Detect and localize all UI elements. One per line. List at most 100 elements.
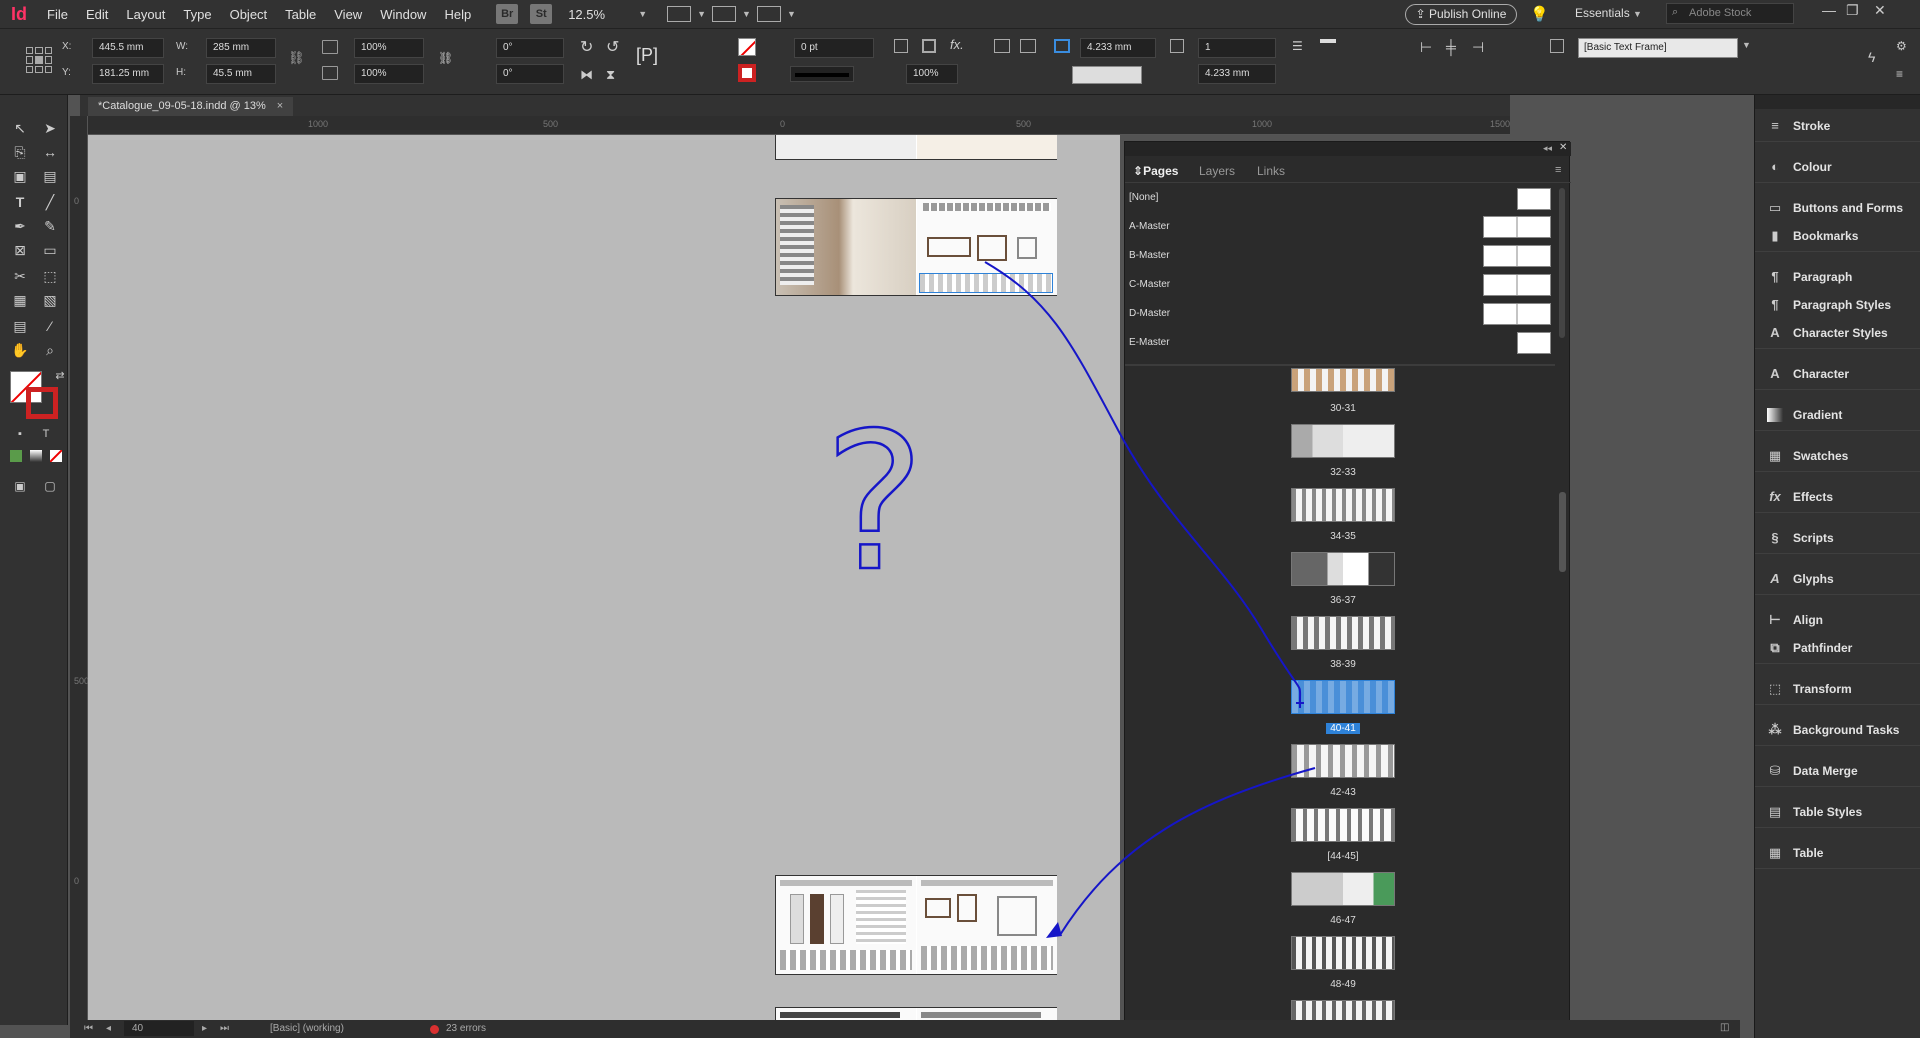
panel-effects[interactable]: fx Effects bbox=[1767, 490, 1833, 505]
menu-type[interactable]: Type bbox=[174, 0, 220, 29]
panel-character[interactable]: A Character bbox=[1767, 367, 1849, 382]
page-left[interactable] bbox=[776, 135, 916, 159]
spread-label-40-41[interactable]: 40-41 bbox=[1326, 723, 1360, 734]
close-window-icon[interactable]: ✕ bbox=[1874, 2, 1886, 19]
swap-colors-icon[interactable]: ⇄ bbox=[50, 367, 70, 385]
reference-point-icon[interactable] bbox=[26, 47, 52, 73]
spread-thumb-48-49[interactable] bbox=[1291, 936, 1395, 970]
offset-top-field[interactable]: 4.233 mm bbox=[1080, 38, 1156, 58]
rectangle-tool-icon[interactable]: ▭ bbox=[40, 241, 60, 259]
panel-menu-icon[interactable]: ≡ bbox=[1896, 67, 1903, 81]
rectangle-frame-tool-icon[interactable]: ⊠ bbox=[10, 241, 30, 259]
panel-table-styles[interactable]: ▤ Table Styles bbox=[1767, 805, 1862, 820]
align-left-edges-icon[interactable]: ⊢ bbox=[1420, 39, 1432, 56]
height-field[interactable]: 45.5 mm bbox=[206, 64, 276, 84]
masters-divider[interactable] bbox=[1125, 364, 1555, 366]
panel-colour[interactable]: ◐ Colour bbox=[1767, 160, 1832, 175]
restore-icon[interactable]: ❐ bbox=[1846, 2, 1859, 19]
page-42[interactable] bbox=[776, 876, 916, 974]
spread-thumb-36-37[interactable] bbox=[1291, 552, 1395, 586]
note-tool-icon[interactable]: ▤ bbox=[10, 317, 30, 335]
document-tab[interactable]: *Catalogue_09-05-18.indd @ 13% × bbox=[88, 97, 294, 116]
gradient-feather-tool-icon[interactable]: ▧ bbox=[40, 291, 60, 309]
menu-layout[interactable]: Layout bbox=[117, 0, 174, 29]
spread-label-46-47[interactable]: 46-47 bbox=[1291, 915, 1395, 926]
panel-menu-icon[interactable]: ≡ bbox=[1555, 164, 1561, 176]
panel-glyphs[interactable]: A Glyphs bbox=[1767, 572, 1833, 587]
formatting-text-icon[interactable]: T bbox=[36, 425, 56, 443]
tab-layers[interactable]: Layers bbox=[1199, 164, 1235, 178]
align-h-center-icon[interactable]: ╪ bbox=[1446, 39, 1456, 55]
page-number-field[interactable]: 40 bbox=[124, 1021, 194, 1036]
hand-tool-icon[interactable]: ✋ bbox=[10, 341, 30, 359]
lightbulb-icon[interactable]: 💡 bbox=[1530, 5, 1549, 23]
pages-scrollbar[interactable] bbox=[1559, 492, 1566, 572]
publish-online-button[interactable]: ⇪ Publish Online bbox=[1405, 4, 1517, 25]
chevron-down-icon[interactable]: ▼ bbox=[1742, 40, 1751, 50]
content-placer-icon[interactable]: ▤ bbox=[40, 167, 60, 185]
align-top-icon[interactable]: ☰ bbox=[1292, 39, 1303, 53]
masters-scrollbar[interactable] bbox=[1559, 188, 1565, 338]
opacity-field[interactable]: 100% bbox=[906, 64, 958, 84]
pencil-tool-icon[interactable]: ✎ bbox=[40, 217, 60, 235]
page-41[interactable] bbox=[917, 199, 1057, 295]
spread-label-34-35[interactable]: 34-35 bbox=[1291, 531, 1395, 542]
offset-bottom-field[interactable]: 4.233 mm bbox=[1198, 64, 1276, 84]
type-tool-icon[interactable]: T bbox=[10, 193, 30, 211]
stroke-swatch[interactable] bbox=[738, 64, 756, 82]
panel-transform[interactable]: ⬚ Transform bbox=[1767, 682, 1852, 697]
stroke-type-select[interactable] bbox=[790, 66, 854, 82]
quick-apply-icon[interactable]: ϟ bbox=[1868, 49, 1875, 65]
bridge-button[interactable]: Br bbox=[496, 4, 519, 24]
master-c[interactable]: C-Master bbox=[1129, 279, 1170, 290]
stroke-swatch-tool[interactable] bbox=[26, 387, 58, 419]
menu-edit[interactable]: Edit bbox=[77, 0, 117, 29]
spread-thumb-42-43[interactable] bbox=[1291, 744, 1395, 778]
spread-thumb-32-33[interactable] bbox=[1291, 424, 1395, 458]
line-tool-icon[interactable]: ╱ bbox=[40, 193, 60, 211]
stroke-weight-field[interactable]: 0 pt bbox=[794, 38, 874, 58]
align-right-edges-icon[interactable]: ⊣ bbox=[1472, 39, 1484, 56]
constrain-scale-icon[interactable]: ⛓ bbox=[438, 51, 453, 65]
constrain-proportions-icon[interactable]: ⛓ bbox=[288, 50, 305, 66]
direct-selection-tool-icon[interactable]: ➤ bbox=[40, 119, 60, 137]
gradient-swatch[interactable] bbox=[1072, 66, 1142, 84]
align-center-icon[interactable] bbox=[1320, 39, 1336, 43]
effects-fx-icon[interactable]: fx. bbox=[950, 37, 964, 52]
fit-content-icon[interactable] bbox=[922, 39, 936, 53]
arrange-documents-icon[interactable] bbox=[756, 6, 781, 22]
master-e-thumb[interactable] bbox=[1517, 332, 1551, 354]
object-style-select[interactable]: [Basic Text Frame] bbox=[1578, 38, 1738, 58]
master-b-thumb[interactable] bbox=[1483, 245, 1551, 267]
next-page-icon[interactable]: ▸ bbox=[202, 1023, 207, 1034]
spread-thumb-46-47[interactable] bbox=[1291, 872, 1395, 906]
master-d[interactable]: D-Master bbox=[1129, 308, 1170, 319]
spread-label-36-37[interactable]: 36-37 bbox=[1291, 595, 1395, 606]
wrap-around-icon[interactable] bbox=[1020, 39, 1036, 53]
flip-vertical-icon[interactable]: ⧗ bbox=[606, 67, 615, 83]
preflight-profile[interactable]: [Basic] (working) bbox=[270, 1023, 344, 1034]
eyedropper-tool-icon[interactable]: ⁄ bbox=[40, 317, 60, 335]
spread-thumb-34-35[interactable] bbox=[1291, 488, 1395, 522]
menu-object[interactable]: Object bbox=[221, 0, 277, 29]
screen-mode-icon[interactable] bbox=[712, 6, 737, 22]
shear-field[interactable]: 0° bbox=[496, 64, 564, 84]
panel-data-merge[interactable]: ⛁ Data Merge bbox=[1767, 764, 1858, 779]
master-none-thumb[interactable] bbox=[1517, 188, 1551, 210]
gap-tool-icon[interactable]: ↔ bbox=[40, 143, 60, 161]
panel-bookmarks[interactable]: ▮ Bookmarks bbox=[1767, 229, 1858, 244]
apply-gradient-icon[interactable] bbox=[30, 450, 42, 462]
panel-align[interactable]: ⊢ Align bbox=[1767, 613, 1823, 628]
menu-window[interactable]: Window bbox=[371, 0, 435, 29]
panel-background-tasks[interactable]: ⁂ Background Tasks bbox=[1767, 723, 1899, 738]
x-position-field[interactable]: 445.5 mm bbox=[92, 38, 164, 58]
spread-thumb-38-39[interactable] bbox=[1291, 616, 1395, 650]
panel-character-styles[interactable]: A Character Styles bbox=[1767, 326, 1887, 341]
gradient-swatch-tool-icon[interactable]: ▦ bbox=[10, 291, 30, 309]
spread-40-41[interactable] bbox=[775, 198, 1057, 296]
master-c-thumb[interactable] bbox=[1483, 274, 1551, 296]
tab-pages[interactable]: ⇕Pages bbox=[1133, 164, 1178, 178]
text-wrap-icon[interactable] bbox=[994, 39, 1010, 53]
fill-none-swatch[interactable] bbox=[738, 38, 756, 56]
preview-mode-icon[interactable]: ▢ bbox=[40, 477, 60, 495]
